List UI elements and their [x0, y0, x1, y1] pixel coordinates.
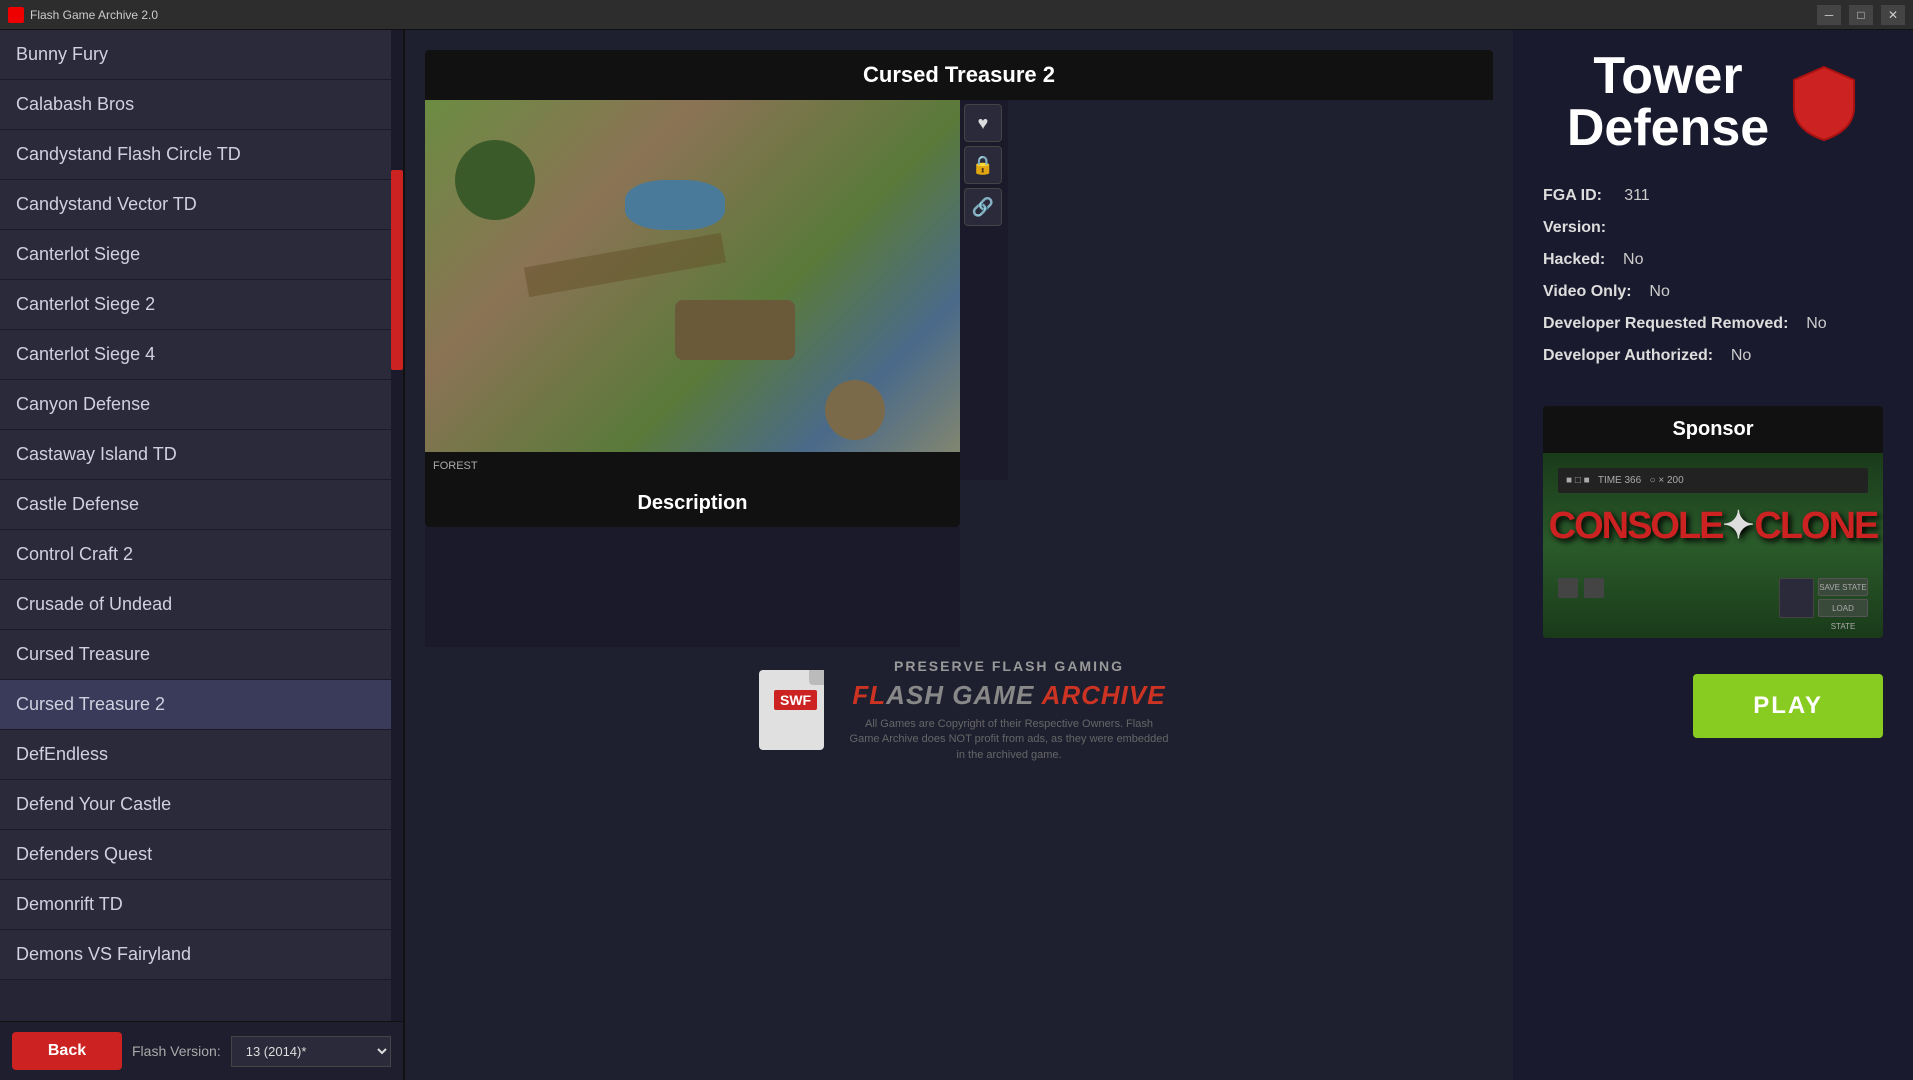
genre-line2: Defense	[1567, 102, 1769, 154]
flash-text: FL	[852, 680, 886, 710]
app-icon	[8, 7, 24, 23]
play-button-container: PLAY	[1543, 654, 1883, 738]
game-area: FOREST ♥ 🔒 🔗	[425, 100, 1493, 480]
minimize-button[interactable]: ─	[1817, 5, 1841, 25]
genre-title: Tower Defense	[1567, 50, 1769, 154]
dev-removed-row: Developer Requested Removed: No	[1543, 312, 1883, 336]
sponsor-ui-bar: ■ □ ■ TIME 366 ○ × 200	[1566, 475, 1684, 486]
flash-version-select[interactable]: 13 (2014)*11 (2012)10 (2009)9 (2006)	[231, 1036, 391, 1067]
heart-icon: ♥	[978, 113, 989, 134]
hacked-label: Hacked:	[1543, 251, 1605, 268]
sidebar-item-calabash-bros[interactable]: Calabash Bros	[0, 80, 403, 130]
sidebar-item-cursed-treasure-2[interactable]: Cursed Treasure 2	[0, 680, 403, 730]
fga-id-label: FGA ID:	[1543, 187, 1602, 204]
archive-text: ARCHIVE	[1042, 680, 1166, 710]
sidebar-item-demonrift-td[interactable]: Demonrift TD	[0, 880, 403, 930]
flash-version-label: Flash Version:	[132, 1043, 221, 1059]
swf-logo-container: SWF	[749, 665, 839, 755]
preserve-text: PRESERVE FLASH GAMING	[849, 657, 1169, 677]
hacked-row: Hacked: No	[1543, 248, 1883, 272]
game-title-bar: Cursed Treasure 2	[425, 50, 1493, 100]
version-label: Version:	[1543, 219, 1606, 236]
dev-authorized-value: No	[1731, 347, 1751, 364]
game-info: FGA ID: 311 Version: Hacked: No Video On…	[1543, 184, 1883, 376]
sponsor-logo: CONSOLE✦CLONE	[1543, 503, 1883, 548]
sidebar-item-cursed-treasure[interactable]: Cursed Treasure	[0, 630, 403, 680]
video-only-value: No	[1649, 283, 1669, 300]
swf-label: SWF	[774, 690, 817, 710]
genre-header: Tower Defense	[1543, 50, 1883, 154]
lock-button[interactable]: 🔒	[964, 146, 1002, 184]
description-content	[425, 527, 960, 647]
sponsor-title: Sponsor	[1543, 406, 1883, 453]
play-button[interactable]: PLAY	[1693, 674, 1883, 738]
version-row: Version:	[1543, 216, 1883, 240]
sidebar-item-canyon-defense[interactable]: Canyon Defense	[0, 380, 403, 430]
hacked-value: No	[1623, 251, 1643, 268]
sidebar-list: Bunny FuryCalabash BrosCandystand Flash …	[0, 30, 403, 1021]
sponsor-section: Sponsor ■ □ ■ TIME 366 ○ × 200 CONSOLE✦C…	[1543, 406, 1883, 638]
sidebar-item-defend-your-castle[interactable]: Defend Your Castle	[0, 780, 403, 830]
sidebar-item-bunny-fury[interactable]: Bunny Fury	[0, 30, 403, 80]
game-panel: Cursed Treasure 2 FOREST ♥	[405, 30, 1513, 1080]
game-screenshot: FOREST	[425, 100, 960, 480]
fga-id-value: 311	[1624, 187, 1650, 204]
fga-name: FLASH GAME ARCHIVE	[849, 677, 1169, 713]
back-button[interactable]: Back	[12, 1032, 122, 1070]
main-app: Bunny FuryCalabash BrosCandystand Flash …	[0, 30, 1913, 1080]
link-button[interactable]: 🔗	[964, 188, 1002, 226]
dev-removed-value: No	[1806, 315, 1826, 332]
sidebar-item-canterlot-siege-2[interactable]: Canterlot Siege 2	[0, 280, 403, 330]
sidebar-item-candystand-vector-td[interactable]: Candystand Vector TD	[0, 180, 403, 230]
dev-authorized-label: Developer Authorized:	[1543, 347, 1713, 364]
dev-removed-label: Developer Requested Removed:	[1543, 315, 1788, 332]
sidebar-item-canterlot-siege[interactable]: Canterlot Siege	[0, 230, 403, 280]
sidebar-item-candystand-flash-circle-td[interactable]: Candystand Flash Circle TD	[0, 130, 403, 180]
right-panel: Tower Defense FGA ID: 311 Version: Hacke…	[1513, 30, 1913, 1080]
sidebar-item-demons-vs-fairyland[interactable]: Demons VS Fairyland	[0, 930, 403, 980]
link-icon: 🔗	[972, 197, 994, 218]
game-sidebar-buttons: ♥ 🔒 🔗	[960, 100, 1008, 480]
game-text2: GAME	[952, 680, 1041, 710]
shield-icon	[1789, 62, 1859, 142]
sidebar-item-castaway-island-td[interactable]: Castaway Island TD	[0, 430, 403, 480]
window-controls: ─ □ ✕	[1817, 5, 1905, 25]
scrollbar-thumb[interactable]	[391, 170, 403, 370]
favorite-button[interactable]: ♥	[964, 104, 1002, 142]
video-only-label: Video Only:	[1543, 283, 1632, 300]
titlebar: Flash Game Archive 2.0 ─ □ ✕	[0, 0, 1913, 30]
sidebar-item-canterlot-siege-4[interactable]: Canterlot Siege 4	[0, 330, 403, 380]
scrollbar-track	[391, 30, 403, 1021]
description-bar: Description	[425, 480, 960, 527]
video-only-row: Video Only: No	[1543, 280, 1883, 304]
main-content: Cursed Treasure 2 FOREST ♥	[405, 30, 1513, 1080]
genre-line1: Tower	[1567, 50, 1769, 102]
lock-icon: 🔒	[972, 155, 994, 176]
sponsor-image: ■ □ ■ TIME 366 ○ × 200 CONSOLE✦CLONE SAV…	[1543, 453, 1883, 638]
sidebar-item-control-craft-2[interactable]: Control Craft 2	[0, 530, 403, 580]
app-title: Flash Game Archive 2.0	[30, 8, 158, 22]
dev-authorized-row: Developer Authorized: No	[1543, 344, 1883, 368]
restore-button[interactable]: □	[1849, 5, 1873, 25]
game-text: ASH	[886, 680, 952, 710]
forest-label: FOREST	[433, 460, 478, 472]
sidebar-bottom: Back Flash Version: 13 (2014)*11 (2012)1…	[0, 1021, 403, 1080]
sidebar-item-crusade-of-undead[interactable]: Crusade of Undead	[0, 580, 403, 630]
sidebar: Bunny FuryCalabash BrosCandystand Flash …	[0, 30, 405, 1080]
sidebar-item-castle-defense[interactable]: Castle Defense	[0, 480, 403, 530]
sidebar-item-defendless[interactable]: DefEndless	[0, 730, 403, 780]
copyright-text: All Games are Copyright of their Respect…	[849, 717, 1169, 763]
sidebar-item-defenders-quest[interactable]: Defenders Quest	[0, 830, 403, 880]
logo-text: PRESERVE FLASH GAMING FLASH GAME ARCHIVE…	[849, 657, 1169, 763]
fga-logo: SWF PRESERVE FLASH GAMING FLASH GAME ARC…	[749, 657, 1169, 763]
fga-id-row: FGA ID: 311	[1543, 184, 1883, 208]
logo-area: SWF PRESERVE FLASH GAMING FLASH GAME ARC…	[425, 647, 1493, 763]
close-button[interactable]: ✕	[1881, 5, 1905, 25]
